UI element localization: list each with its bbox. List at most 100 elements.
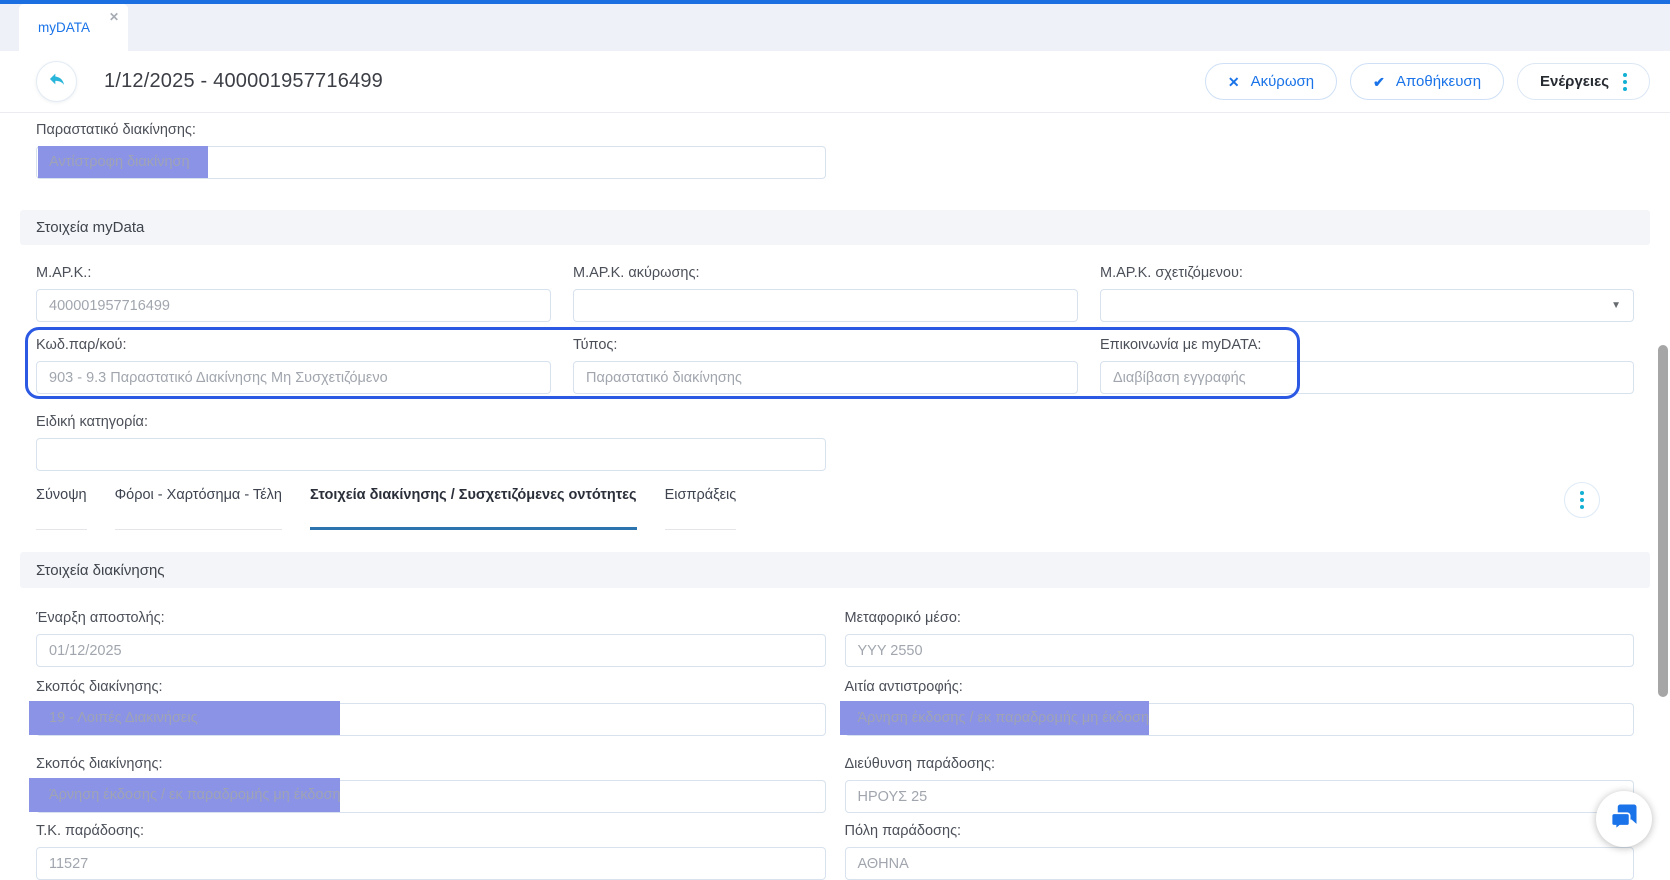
tab-movement-related-entities[interactable]: Στοιχεία διακίνησης / Συσχετιζόμενες οντ… [310,481,637,530]
transport-vehicle-input[interactable]: ΥΥΥ 2550 [845,634,1635,667]
mydata-row-2: Κωδ.παρ/κού: 903 - 9.3 Παραστατικό Διακί… [20,337,1650,394]
delivery-postal-code-field: Τ.Κ. παράδοσης: 11527 [36,823,826,880]
vertical-scrollbar[interactable] [1658,345,1668,697]
chevron-down-icon[interactable]: ▼ [1611,300,1621,311]
browser-tabstrip: myDATA ✕ [0,4,1670,51]
doc-type-input[interactable]: Παραστατικό διακίνησης [573,361,1078,394]
chat-icon [1609,802,1639,837]
form-content: Παραστατικό διακίνησης: Αντίστροφη διακί… [0,122,1670,880]
movement-purpose-1-selected-value: 19 - Λοιπές Διακινήσεις [29,701,340,735]
reversal-reason-label: Αιτία αντιστροφής: [845,679,1635,696]
movement-section-title: Στοιχεία διακίνησης [36,562,165,579]
doc-type-value: Παραστατικό διακίνησης [586,370,742,386]
shipping-start-label: Έναρξη αποστολής: [36,610,826,627]
movement-purpose-2-field: Σκοπός διακίνησης: Άρνηση έκδοσης / εκ π… [36,756,826,813]
delivery-address-value: ΗΡΟΥΣ 25 [858,789,928,805]
mark-field: Μ.ΑΡ.Κ.: 400001957716499 [36,265,551,322]
delivery-city-input[interactable]: ΑΘΗΝΑ [845,847,1635,880]
movement-purpose-2-label: Σκοπός διακίνησης: [36,756,826,773]
transport-doc-row: Παραστατικό διακίνησης: Αντίστροφη διακί… [20,122,1650,179]
doc-code-label: Κωδ.παρ/κού: [36,337,551,354]
mark-related-label: Μ.ΑΡ.Κ. σχετιζόμενου: [1100,265,1634,282]
save-check-icon: ✔ [1373,75,1385,89]
page-title: 1/12/2025 - 400001957716499 [104,70,383,93]
save-button-label: Αποθήκευση [1396,73,1481,90]
tab-taxes-stamps-fees[interactable]: Φόροι - Χαρτόσημα - Τέλη [115,481,282,530]
back-button[interactable] [36,61,77,102]
delivery-address-label: Διεύθυνση παράδοσης: [845,756,1635,773]
tab-collections[interactable]: Εισπράξεις [665,481,737,530]
mydata-communication-label: Επικοινωνία με myDATA: [1100,337,1634,354]
doc-code-value: 903 - 9.3 Παραστατικό Διακίνησης Μη Συσχ… [49,370,388,386]
kebab-icon [1623,73,1627,91]
cancel-button[interactable]: ✕ Ακύρωση [1205,63,1337,100]
movement-row-1: Έναρξη αποστολής: 01/12/2025 Μεταφορικό … [20,610,1650,667]
reversal-reason-selected-value: Άρνηση έκδοσης / εκ παραδρομής μη έκδοση [840,701,1149,735]
delivery-postal-code-value: 11527 [49,856,88,872]
mark-cancellation-field: Μ.ΑΡ.Κ. ακύρωσης: [573,265,1078,322]
transport-vehicle-value: ΥΥΥ 2550 [858,643,923,659]
special-category-label: Ειδική κατηγορία: [36,414,1634,431]
page-header: 1/12/2025 - 400001957716499 ✕ Ακύρωση ✔ … [0,51,1670,113]
mark-label: Μ.ΑΡ.Κ.: [36,265,551,282]
mark-cancellation-label: Μ.ΑΡ.Κ. ακύρωσης: [573,265,1078,282]
cancel-button-label: Ακύρωση [1251,73,1315,90]
mydata-communication-value: Διαβίβαση εγγραφής [1113,370,1246,386]
delivery-city-value: ΑΘΗΝΑ [858,856,909,872]
movement-row-3: Σκοπός διακίνησης: Άρνηση έκδοσης / εκ π… [20,756,1650,813]
doc-type-label: Τύπος: [573,337,1078,354]
header-actions: ✕ Ακύρωση ✔ Αποθήκευση Ενέργειες [1205,63,1650,100]
mark-related-dropdown[interactable]: ▼ [1100,289,1634,322]
mark-related-field: Μ.ΑΡ.Κ. σχετιζόμενου: ▼ [1100,265,1634,322]
transport-doc-label: Παραστατικό διακίνησης: [36,122,1634,139]
tab-mydata[interactable]: myDATA ✕ [19,4,128,51]
movement-row-4: Τ.Κ. παράδοσης: 11527 Πόλη παράδοσης: ΑΘ… [20,823,1650,880]
movement-row-2: Σκοπός διακίνησης: 19 - Λοιπές Διακινήσε… [20,679,1650,736]
doc-code-field: Κωδ.παρ/κού: 903 - 9.3 Παραστατικό Διακί… [36,337,551,394]
delivery-postal-code-label: Τ.Κ. παράδοσης: [36,823,826,840]
delivery-address-input[interactable]: ΗΡΟΥΣ 25 [845,780,1635,813]
reversal-reason-input[interactable]: Άρνηση έκδοσης / εκ παραδρομής μη έκδοση [845,703,1635,736]
delivery-city-label: Πόλη παράδοσης: [845,823,1635,840]
doc-code-input[interactable]: 903 - 9.3 Παραστατικό Διακίνησης Μη Συσχ… [36,361,551,394]
movement-purpose-2-selected-value: Άρνηση έκδοσης / εκ παραδρομής μη έκδοση [29,778,340,812]
mydata-communication-field: Επικοινωνία με myDATA: Διαβίβαση εγγραφή… [1100,337,1634,394]
mydata-section-header: Στοιχεία myData [20,210,1650,245]
mark-input[interactable]: 400001957716499 [36,289,551,322]
special-category-input[interactable] [36,438,826,471]
reversal-reason-field: Αιτία αντιστροφής: Άρνηση έκδοσης / εκ π… [845,679,1635,736]
mydata-section-title: Στοιχεία myData [36,219,144,236]
shipping-start-input[interactable]: 01/12/2025 [36,634,826,667]
delivery-address-field: Διεύθυνση παράδοσης: ΗΡΟΥΣ 25 [845,756,1635,813]
inner-tabs: Σύνοψη Φόροι - Χαρτόσημα - Τέλη Στοιχεία… [20,481,1650,530]
actions-button[interactable]: Ενέργειες [1517,63,1650,100]
movement-purpose-2-input[interactable]: Άρνηση έκδοσης / εκ παραδρομής μη έκδοση [36,780,826,813]
shipping-start-value: 01/12/2025 [49,643,122,659]
delivery-city-field: Πόλη παράδοσης: ΑΘΗΝΑ [845,823,1635,880]
close-icon[interactable]: ✕ [109,11,119,23]
movement-purpose-1-label: Σκοπός διακίνησης: [36,679,826,696]
movement-purpose-1-input[interactable]: 19 - Λοιπές Διακινήσεις [36,703,826,736]
save-button[interactable]: ✔ Αποθήκευση [1350,63,1504,100]
tab-mydata-label: myDATA [38,20,90,35]
mark-cancellation-input[interactable] [573,289,1078,322]
transport-doc-input[interactable]: Αντίστροφη διακίνηση [36,146,826,179]
chat-button[interactable] [1596,791,1652,847]
tabs-more-button[interactable] [1564,482,1600,518]
transport-vehicle-field: Μεταφορικό μέσο: ΥΥΥ 2550 [845,610,1635,667]
actions-button-label: Ενέργειες [1540,73,1609,90]
tab-synopsis[interactable]: Σύνοψη [36,481,87,530]
kebab-icon [1580,491,1584,509]
mydata-row-2-wrap: Κωδ.παρ/κού: 903 - 9.3 Παραστατικό Διακί… [20,337,1650,394]
mydata-row-1: Μ.ΑΡ.Κ.: 400001957716499 Μ.ΑΡ.Κ. ακύρωση… [20,265,1650,322]
mark-value: 400001957716499 [49,298,170,314]
movement-section-header: Στοιχεία διακίνησης [20,552,1650,588]
back-icon [47,69,67,94]
doc-type-field: Τύπος: Παραστατικό διακίνησης [573,337,1078,394]
transport-doc-selected-value: Αντίστροφη διακίνηση [38,146,208,178]
movement-purpose-1-field: Σκοπός διακίνησης: 19 - Λοιπές Διακινήσε… [36,679,826,736]
delivery-postal-code-input[interactable]: 11527 [36,847,826,880]
mydata-communication-input[interactable]: Διαβίβαση εγγραφής [1100,361,1634,394]
shipping-start-field: Έναρξη αποστολής: 01/12/2025 [36,610,826,667]
special-category-row: Ειδική κατηγορία: [20,414,1650,471]
